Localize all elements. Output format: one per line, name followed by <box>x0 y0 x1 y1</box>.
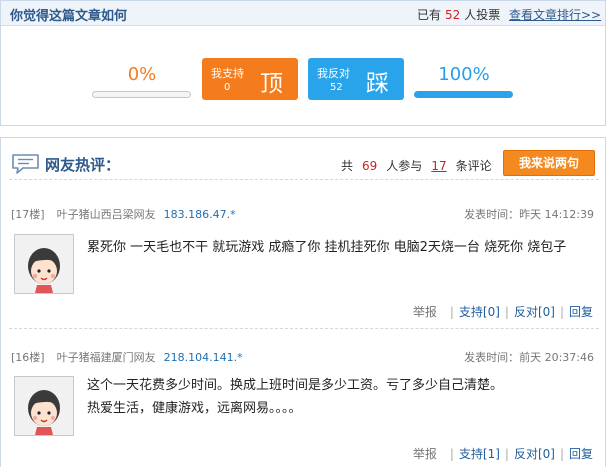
oppose-label: 我反对 <box>317 67 350 80</box>
oppose-link[interactable]: 反对[0] <box>514 305 555 319</box>
vote-count: 已有 52 人投票 <box>417 6 500 23</box>
comments-title: 网友热评： <box>45 156 121 174</box>
report-link[interactable]: 举报 <box>413 447 437 461</box>
vote-count-suffix: 人投票 <box>464 8 501 22</box>
divider <box>9 328 599 329</box>
support-link[interactable]: 支持[0] <box>459 305 500 319</box>
action-divider: | <box>559 305 564 319</box>
support-link[interactable]: 支持[1] <box>459 447 500 461</box>
comment-time: 发表时间：前天 20:37:46 <box>464 351 594 364</box>
action-divider: | <box>449 305 454 319</box>
avatar <box>14 376 74 436</box>
comment-count-link[interactable]: 17 <box>431 159 446 173</box>
comment-actions: 举报 | 支持[0] | 反对[0] | 回复 <box>413 303 593 320</box>
post-comment-button[interactable]: 我来说两句 <box>503 150 595 176</box>
comment-text: 累死你 一天毛也不干 就玩游戏 成瘾了你 挂机挂死你 电脑2天烧一台 烧死你 烧… <box>87 240 567 255</box>
floor-number: [17楼] <box>11 208 45 221</box>
support-percent: 0% <box>127 64 157 85</box>
action-divider: | <box>559 447 564 461</box>
comment-meta: [17楼] 叶子猪山西吕梁网友 183.186.47.* <box>11 206 236 222</box>
vote-count-number: 52 <box>445 8 461 22</box>
cartoon-face-avatar <box>28 248 60 293</box>
comment-user: 叶子猪福建厦门网友 <box>56 351 156 364</box>
action-divider: | <box>504 447 509 461</box>
comment-time: 发表时间：昨天 14:12:39 <box>464 208 594 221</box>
stats-suffix: 条评论 <box>455 159 492 173</box>
oppose-percent: 100% <box>438 64 490 85</box>
report-link[interactable]: 举报 <box>413 305 437 319</box>
stats-middle: 人参与 <box>386 159 423 173</box>
comment-item: [17楼] 叶子猪山西吕梁网友 183.186.47.* 发表时间：昨天 14:12… <box>1 194 605 324</box>
oppose-big-char: 踩 <box>366 71 389 97</box>
comment-actions: 举报 | 支持[1] | 反对[0] | 回复 <box>413 445 593 462</box>
oppose-progress-bar <box>414 91 513 98</box>
comment-ip: 218.104.141.* <box>163 351 243 364</box>
reply-link[interactable]: 回复 <box>569 305 593 319</box>
floor-number: [16楼] <box>11 351 45 364</box>
speech-bubble-icon <box>11 153 41 178</box>
divider <box>9 179 599 180</box>
oppose-button[interactable]: 我反对 52 踩 <box>308 58 404 100</box>
avatar <box>14 234 74 294</box>
comment-text: 这个一天花费多少时间。换成上班时间是多少工资。亏了多少自己清楚。 热爱生活，健康… <box>87 378 504 416</box>
participant-count: 69 <box>362 159 378 173</box>
support-progress-bar <box>92 91 191 98</box>
reply-link[interactable]: 回复 <box>569 447 593 461</box>
comment-ip: 183.186.47.* <box>163 208 236 221</box>
comments-panel: 网友热评： 共 69 人参与 17 条评论 我来说两句 [17楼] 叶子猪山西吕梁网友 18… <box>0 137 606 467</box>
article-rank-link[interactable]: 查看文章排行>> <box>509 6 601 23</box>
support-count: 0 <box>224 82 231 93</box>
support-label: 我支持 <box>211 67 244 80</box>
cartoon-face-avatar <box>28 390 60 435</box>
support-big-char: 顶 <box>260 71 283 97</box>
action-divider: | <box>449 447 454 461</box>
vote-count-prefix: 已有 <box>417 8 442 22</box>
comment-stats: 共 69 人参与 17 条评论 <box>341 157 492 174</box>
action-divider: | <box>504 305 509 319</box>
support-button[interactable]: 我支持 0 顶 <box>202 58 298 100</box>
vote-header: 你觉得这篇文章如何 已有 52 人投票 查看文章排行>> <box>1 1 605 26</box>
oppose-count: 52 <box>330 82 343 93</box>
stats-prefix: 共 <box>341 159 354 173</box>
comment-item: [16楼] 叶子猪福建厦门网友 218.104.141.* 发表时间：前天 20:3… <box>1 336 605 467</box>
oppose-link[interactable]: 反对[0] <box>514 447 555 461</box>
vote-title: 你觉得这篇文章如何 <box>10 9 128 24</box>
vote-panel: 你觉得这篇文章如何 已有 52 人投票 查看文章排行>> 0% 我支持 0 顶 我反… <box>0 0 606 126</box>
comment-user: 叶子猪山西吕梁网友 <box>56 208 156 221</box>
comment-meta: [16楼] 叶子猪福建厦门网友 218.104.141.* <box>11 349 243 365</box>
